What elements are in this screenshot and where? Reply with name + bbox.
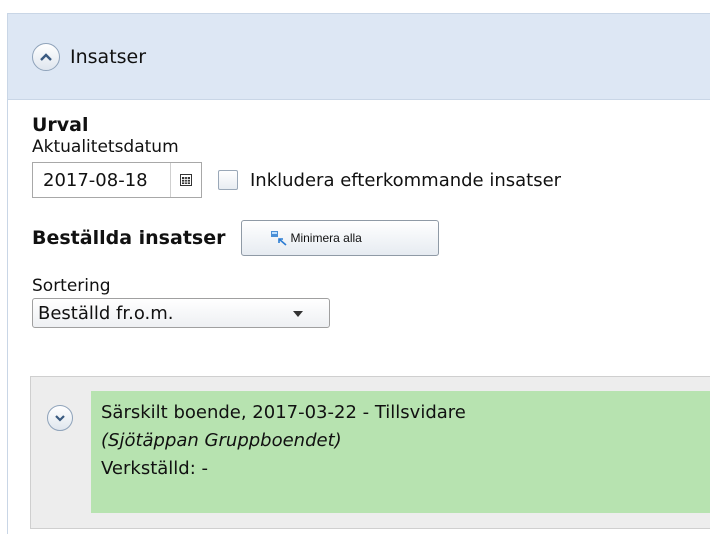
calendar-button[interactable] — [170, 163, 201, 197]
urval-heading: Urval — [32, 114, 89, 136]
calendar-icon — [180, 174, 192, 186]
minimize-all-button[interactable]: Minimera alla — [241, 220, 440, 256]
insats-unit: (Sjötäppan Gruppboendet) — [101, 430, 342, 451]
chevron-up-icon — [40, 52, 52, 61]
date-label: Aktualitetsdatum — [32, 137, 179, 157]
panel-content: Urval Aktualitetsdatum 2017-08-18 Inklud… — [8, 100, 710, 328]
ordered-heading: Beställda insatser — [32, 227, 226, 249]
include-later-checkbox[interactable] — [218, 170, 238, 190]
collapse-button[interactable] — [32, 42, 60, 71]
minimize-all-label: Minimera alla — [290, 231, 362, 245]
panel-header: Insatser — [8, 14, 710, 100]
date-row: 2017-08-18 Inkludera efterkommande insat… — [32, 162, 710, 198]
chevron-down-icon — [55, 414, 65, 422]
expand-button[interactable] — [47, 405, 73, 431]
sort-select[interactable]: Beställd fr.o.m. — [32, 298, 330, 328]
sort-label: Sortering — [32, 276, 111, 296]
insats-item: Särskilt boende, 2017-03-22 - Tillsvidar… — [30, 376, 710, 529]
include-later-label[interactable]: Inkludera efterkommande insatser — [250, 170, 561, 191]
date-value: 2017-08-18 — [43, 169, 148, 191]
ordered-row: Beställda insatser Minimera alla — [32, 220, 710, 256]
insats-summary[interactable]: Särskilt boende, 2017-03-22 - Tillsvidar… — [91, 391, 710, 513]
dropdown-arrow-icon — [293, 311, 303, 317]
insats-status: Verkställd: - — [101, 458, 208, 479]
sort-selected-value: Beställd fr.o.m. — [38, 302, 174, 324]
date-input[interactable]: 2017-08-18 — [32, 162, 202, 198]
minimize-icon — [271, 231, 287, 246]
panel-title: Insatser — [70, 45, 147, 68]
insats-title: Särskilt boende, 2017-03-22 - Tillsvidar… — [101, 402, 466, 423]
